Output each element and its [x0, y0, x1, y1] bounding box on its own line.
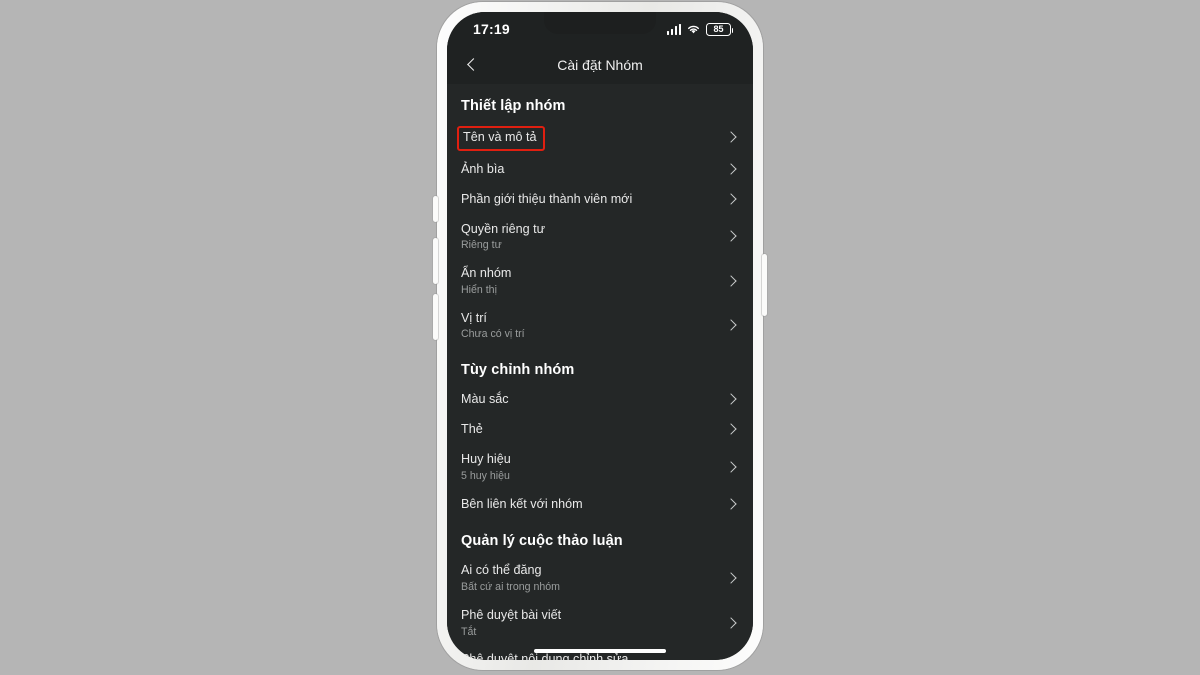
- row-title: Phê duyệt bài viết: [461, 607, 562, 622]
- volume-up-button[interactable]: [433, 238, 438, 284]
- section-header-tuy-chinh-nhom: Tùy chỉnh nhóm: [461, 362, 575, 379]
- row-text: Ẩn nhóm Hiển thị: [461, 266, 511, 296]
- row-text: Bên liên kết với nhóm: [461, 497, 583, 513]
- page-title: Cài đặt Nhóm: [557, 57, 643, 73]
- chevron-right-icon: [725, 423, 739, 437]
- row-title-wrap: Bên liên kết với nhóm: [461, 497, 583, 513]
- settings-row-anh-bia[interactable]: Ảnh bìa: [447, 155, 753, 185]
- power-button[interactable]: [762, 254, 767, 316]
- chevron-right-icon: [725, 163, 739, 177]
- row-title: Vị trí: [461, 310, 487, 325]
- row-title: Tên và mô tả: [463, 130, 537, 144]
- row-subtitle: Bất cứ ai trong nhóm: [461, 581, 560, 594]
- settings-list[interactable]: Thiết lập nhóm Tên và mô tả Ảnh bìa Phần gi…: [447, 84, 753, 660]
- row-subtitle: Chưa có vị trí: [461, 328, 525, 341]
- settings-row-huy-hieu[interactable]: Huy hiệu 5 huy hiệu: [447, 445, 753, 489]
- chevron-left-icon: [466, 58, 480, 72]
- row-text: Ai có thể đăng Bất cứ ai trong nhóm: [461, 563, 560, 593]
- row-title-wrap: Phê duyệt bài viết: [461, 608, 561, 624]
- row-title: Huy hiệu: [461, 452, 511, 467]
- row-title: Phần giới thiệu thành viên mới: [461, 191, 633, 206]
- home-indicator[interactable]: [534, 648, 666, 653]
- row-text: Quyền riêng tư Riêng tư: [461, 222, 545, 252]
- row-title-wrap: Phê duyệt nội dung chỉnh sửa: [461, 652, 628, 660]
- settings-row-the[interactable]: Thẻ: [447, 415, 753, 445]
- chevron-right-icon: [725, 393, 739, 407]
- row-text: Phê duyệt bài viết Tắt: [461, 608, 561, 638]
- row-title-wrap: Ai có thể đăng: [461, 563, 560, 579]
- settings-row-phe-duyet-bai-viet[interactable]: Phê duyệt bài viết Tắt: [447, 601, 753, 645]
- row-title: Màu sắc: [461, 392, 509, 407]
- settings-row-vi-tri[interactable]: Vị trí Chưa có vị trí: [447, 304, 753, 348]
- back-button[interactable]: [455, 46, 491, 84]
- status-bar-indicators: 85: [666, 22, 734, 36]
- row-title: Ai có thể đăng: [461, 563, 542, 578]
- row-subtitle: Tắt: [461, 625, 477, 638]
- highlight-box: Tên và mô tả: [457, 126, 545, 151]
- settings-row-quyen-rieng-tu[interactable]: Quyền riêng tư Riêng tư: [447, 215, 753, 259]
- chevron-right-icon: [725, 616, 739, 630]
- chevron-right-icon: [725, 497, 739, 511]
- row-text: Ảnh bìa: [461, 162, 504, 178]
- cellular-signal-icon: [666, 23, 681, 35]
- row-text: Thẻ: [461, 422, 483, 438]
- row-title-wrap: Vị trí: [461, 311, 525, 327]
- chevron-right-icon: [725, 230, 739, 244]
- row-title: Bên liên kết với nhóm: [461, 496, 583, 511]
- silent-switch-button[interactable]: [433, 196, 438, 222]
- screenshot-stage: 17:19 85 Cài đặt Nhóm Thiết lập nhóm Tên …: [0, 0, 1200, 675]
- row-title-wrap: Quyền riêng tư: [461, 222, 545, 238]
- row-title: Thẻ: [461, 422, 483, 437]
- chevron-right-icon: [725, 274, 739, 288]
- settings-row-an-nhom[interactable]: Ẩn nhóm Hiển thị: [447, 259, 753, 303]
- row-title-wrap: Ẩn nhóm: [461, 266, 511, 282]
- section-header-quan-ly-cuoc-thao-luan: Quản lý cuộc thảo luận: [461, 533, 623, 550]
- settings-row-ai-co-the-dang[interactable]: Ai có thể đăng Bất cứ ai trong nhóm: [447, 556, 753, 600]
- navigation-header: Cài đặt Nhóm: [447, 46, 753, 84]
- row-title-wrap: Thẻ: [461, 422, 483, 438]
- chevron-right-icon: [725, 572, 739, 586]
- row-title-wrap: Huy hiệu: [461, 452, 511, 468]
- row-title-wrap: Màu sắc: [461, 392, 509, 408]
- settings-row-mau-sac[interactable]: Màu sắc: [447, 385, 753, 415]
- chevron-right-icon: [725, 131, 739, 145]
- row-text: Màu sắc: [461, 392, 509, 408]
- chevron-right-icon: [725, 460, 739, 474]
- row-text: Phần giới thiệu thành viên mới: [461, 192, 632, 208]
- settings-row-phan-gioi-thieu-thanh-vien-moi[interactable]: Phần giới thiệu thành viên mới: [447, 185, 753, 215]
- status-bar-time: 17:19: [473, 21, 510, 37]
- row-title: Phê duyệt nội dung chỉnh sửa: [461, 652, 629, 660]
- battery-level-label: 85: [713, 23, 724, 34]
- row-subtitle: Riêng tư: [461, 239, 502, 252]
- battery-icon: 85: [706, 22, 734, 36]
- settings-row-ben-lien-ket-voi-nhom[interactable]: Bên liên kết với nhóm: [447, 489, 753, 519]
- row-title: Ẩn nhóm: [461, 266, 512, 281]
- chevron-right-icon: [725, 193, 739, 207]
- display-notch: [544, 12, 656, 34]
- chevron-right-icon: [725, 319, 739, 333]
- volume-down-button[interactable]: [433, 294, 438, 340]
- row-text: Tên và mô tả: [457, 126, 545, 151]
- row-text: Huy hiệu 5 huy hiệu: [461, 452, 511, 482]
- row-title-wrap: Phần giới thiệu thành viên mới: [461, 192, 632, 208]
- row-subtitle: Hiển thị: [461, 283, 497, 296]
- row-title-wrap: Ảnh bìa: [461, 162, 504, 178]
- row-subtitle: 5 huy hiệu: [461, 469, 510, 482]
- row-text: Phê duyệt nội dung chỉnh sửaĐang tắt: [461, 652, 628, 660]
- row-text: Vị trí Chưa có vị trí: [461, 311, 525, 341]
- row-title: Quyền riêng tư: [461, 221, 546, 236]
- section-header-thiet-lap-nhom: Thiết lập nhóm: [461, 98, 566, 114]
- wifi-icon: [688, 25, 699, 34]
- settings-row-ten-va-mo-ta[interactable]: Tên và mô tả: [447, 121, 753, 155]
- phone-screen: 17:19 85 Cài đặt Nhóm Thiết lập nhóm Tên …: [447, 12, 753, 660]
- row-title: Ảnh bìa: [461, 161, 505, 176]
